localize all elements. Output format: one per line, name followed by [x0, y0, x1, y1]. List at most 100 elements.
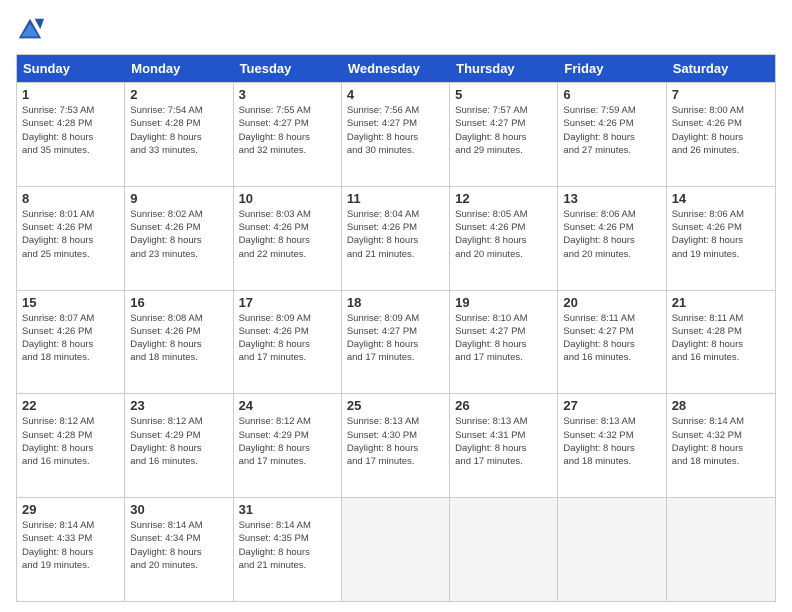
cell-info: Sunrise: 8:11 AMSunset: 4:28 PMDaylight:…	[672, 312, 770, 365]
calendar-cell: 1 Sunrise: 7:53 AMSunset: 4:28 PMDaylight…	[17, 83, 125, 186]
cell-info: Sunrise: 8:14 AMSunset: 4:33 PMDaylight:…	[22, 519, 119, 572]
calendar-cell: 22 Sunrise: 8:12 AMSunset: 4:28 PMDayligh…	[17, 394, 125, 497]
calendar-cell: 12Sunrise: 8:05 AMSunset: 4:26 PMDayligh…	[450, 187, 558, 290]
calendar-cell: 15Sunrise: 8:07 AMSunset: 4:26 PMDayligh…	[17, 291, 125, 394]
cell-info: Sunrise: 8:02 AMSunset: 4:26 PMDaylight:…	[130, 208, 227, 261]
cell-info: Sunrise: 8:10 AMSunset: 4:27 PMDaylight:…	[455, 312, 552, 365]
calendar-cell: 9 Sunrise: 8:02 AMSunset: 4:26 PMDaylight…	[125, 187, 233, 290]
cell-day-number: 22	[22, 398, 119, 413]
cell-day-number: 9	[130, 191, 227, 206]
calendar-header-cell: Thursday	[450, 55, 558, 82]
calendar-cell: 2 Sunrise: 7:54 AMSunset: 4:28 PMDaylight…	[125, 83, 233, 186]
calendar-cell: 29Sunrise: 8:14 AMSunset: 4:33 PMDayligh…	[17, 498, 125, 601]
calendar-cell: 18 Sunrise: 8:09 AMSunset: 4:27 PMDayligh…	[342, 291, 450, 394]
cell-info: Sunrise: 8:06 AMSunset: 4:26 PMDaylight:…	[672, 208, 770, 261]
cell-info: Sunrise: 8:12 AMSunset: 4:28 PMDaylight:…	[22, 415, 119, 468]
calendar-cell	[450, 498, 558, 601]
calendar-cell: 28Sunrise: 8:14 AMSunset: 4:32 PMDayligh…	[667, 394, 775, 497]
cell-info: Sunrise: 8:12 AMSunset: 4:29 PMDaylight:…	[130, 415, 227, 468]
calendar-row: 1 Sunrise: 7:53 AMSunset: 4:28 PMDaylight…	[17, 82, 775, 186]
cell-info: Sunrise: 8:01 AMSunset: 4:26 PMDaylight:…	[22, 208, 119, 261]
cell-day-number: 13	[563, 191, 660, 206]
page: SundayMondayTuesdayWednesdayThursdayFrid…	[0, 0, 792, 612]
cell-day-number: 24	[239, 398, 336, 413]
cell-day-number: 4	[347, 87, 444, 102]
cell-info: Sunrise: 8:04 AMSunset: 4:26 PMDaylight:…	[347, 208, 444, 261]
calendar-cell: 16 Sunrise: 8:08 AMSunset: 4:26 PMDayligh…	[125, 291, 233, 394]
calendar-cell: 13 Sunrise: 8:06 AMSunset: 4:26 PMDayligh…	[558, 187, 666, 290]
cell-day-number: 31	[239, 502, 336, 517]
cell-info: Sunrise: 8:09 AMSunset: 4:26 PMDaylight:…	[239, 312, 336, 365]
calendar-header: SundayMondayTuesdayWednesdayThursdayFrid…	[17, 55, 775, 82]
cell-day-number: 6	[563, 87, 660, 102]
cell-info: Sunrise: 8:14 AMSunset: 4:34 PMDaylight:…	[130, 519, 227, 572]
cell-day-number: 16	[130, 295, 227, 310]
calendar-cell	[558, 498, 666, 601]
cell-info: Sunrise: 7:53 AMSunset: 4:28 PMDaylight:…	[22, 104, 119, 157]
calendar-cell: 7 Sunrise: 8:00 AMSunset: 4:26 PMDaylight…	[667, 83, 775, 186]
calendar-header-cell: Friday	[558, 55, 666, 82]
calendar-cell: 26 Sunrise: 8:13 AMSunset: 4:31 PMDayligh…	[450, 394, 558, 497]
logo-icon	[16, 16, 44, 44]
calendar-header-cell: Wednesday	[342, 55, 450, 82]
cell-day-number: 10	[239, 191, 336, 206]
cell-info: Sunrise: 8:11 AMSunset: 4:27 PMDaylight:…	[563, 312, 660, 365]
calendar-row: 8 Sunrise: 8:01 AMSunset: 4:26 PMDaylight…	[17, 186, 775, 290]
calendar-cell: 6 Sunrise: 7:59 AMSunset: 4:26 PMDaylight…	[558, 83, 666, 186]
cell-info: Sunrise: 8:12 AMSunset: 4:29 PMDaylight:…	[239, 415, 336, 468]
cell-info: Sunrise: 7:54 AMSunset: 4:28 PMDaylight:…	[130, 104, 227, 157]
cell-day-number: 28	[672, 398, 770, 413]
calendar-cell: 20Sunrise: 8:11 AMSunset: 4:27 PMDayligh…	[558, 291, 666, 394]
cell-day-number: 23	[130, 398, 227, 413]
cell-day-number: 26	[455, 398, 552, 413]
cell-day-number: 15	[22, 295, 119, 310]
calendar-body: 1 Sunrise: 7:53 AMSunset: 4:28 PMDaylight…	[17, 82, 775, 601]
calendar-header-cell: Sunday	[17, 55, 125, 82]
calendar-cell: 30 Sunrise: 8:14 AMSunset: 4:34 PMDayligh…	[125, 498, 233, 601]
cell-day-number: 25	[347, 398, 444, 413]
cell-info: Sunrise: 8:00 AMSunset: 4:26 PMDaylight:…	[672, 104, 770, 157]
cell-info: Sunrise: 8:03 AMSunset: 4:26 PMDaylight:…	[239, 208, 336, 261]
calendar-cell: 17 Sunrise: 8:09 AMSunset: 4:26 PMDayligh…	[234, 291, 342, 394]
cell-day-number: 3	[239, 87, 336, 102]
cell-info: Sunrise: 8:13 AMSunset: 4:31 PMDaylight:…	[455, 415, 552, 468]
calendar-cell: 10 Sunrise: 8:03 AMSunset: 4:26 PMDayligh…	[234, 187, 342, 290]
cell-info: Sunrise: 8:05 AMSunset: 4:26 PMDaylight:…	[455, 208, 552, 261]
cell-day-number: 17	[239, 295, 336, 310]
calendar-row: 22 Sunrise: 8:12 AMSunset: 4:28 PMDayligh…	[17, 393, 775, 497]
calendar-cell: 23 Sunrise: 8:12 AMSunset: 4:29 PMDayligh…	[125, 394, 233, 497]
cell-info: Sunrise: 8:13 AMSunset: 4:32 PMDaylight:…	[563, 415, 660, 468]
header	[16, 16, 776, 44]
cell-day-number: 11	[347, 191, 444, 206]
cell-day-number: 8	[22, 191, 119, 206]
cell-info: Sunrise: 8:09 AMSunset: 4:27 PMDaylight:…	[347, 312, 444, 365]
cell-info: Sunrise: 8:08 AMSunset: 4:26 PMDaylight:…	[130, 312, 227, 365]
cell-info: Sunrise: 8:13 AMSunset: 4:30 PMDaylight:…	[347, 415, 444, 468]
calendar-cell: 8 Sunrise: 8:01 AMSunset: 4:26 PMDaylight…	[17, 187, 125, 290]
cell-day-number: 18	[347, 295, 444, 310]
calendar-cell: 19Sunrise: 8:10 AMSunset: 4:27 PMDayligh…	[450, 291, 558, 394]
cell-day-number: 7	[672, 87, 770, 102]
calendar-cell: 14 Sunrise: 8:06 AMSunset: 4:26 PMDayligh…	[667, 187, 775, 290]
calendar-cell: 31Sunrise: 8:14 AMSunset: 4:35 PMDayligh…	[234, 498, 342, 601]
cell-info: Sunrise: 7:56 AMSunset: 4:27 PMDaylight:…	[347, 104, 444, 157]
calendar-header-cell: Saturday	[667, 55, 775, 82]
calendar-cell: 24 Sunrise: 8:12 AMSunset: 4:29 PMDayligh…	[234, 394, 342, 497]
calendar: SundayMondayTuesdayWednesdayThursdayFrid…	[16, 54, 776, 602]
cell-day-number: 2	[130, 87, 227, 102]
calendar-cell: 3Sunrise: 7:55 AMSunset: 4:27 PMDaylight…	[234, 83, 342, 186]
calendar-row: 29Sunrise: 8:14 AMSunset: 4:33 PMDayligh…	[17, 497, 775, 601]
calendar-cell: 27Sunrise: 8:13 AMSunset: 4:32 PMDayligh…	[558, 394, 666, 497]
calendar-row: 15Sunrise: 8:07 AMSunset: 4:26 PMDayligh…	[17, 290, 775, 394]
cell-day-number: 21	[672, 295, 770, 310]
cell-info: Sunrise: 7:57 AMSunset: 4:27 PMDaylight:…	[455, 104, 552, 157]
calendar-cell	[342, 498, 450, 601]
calendar-header-cell: Tuesday	[234, 55, 342, 82]
cell-info: Sunrise: 7:59 AMSunset: 4:26 PMDaylight:…	[563, 104, 660, 157]
logo	[16, 16, 48, 44]
cell-day-number: 30	[130, 502, 227, 517]
cell-info: Sunrise: 8:06 AMSunset: 4:26 PMDaylight:…	[563, 208, 660, 261]
cell-day-number: 14	[672, 191, 770, 206]
calendar-cell: 11 Sunrise: 8:04 AMSunset: 4:26 PMDayligh…	[342, 187, 450, 290]
cell-day-number: 1	[22, 87, 119, 102]
